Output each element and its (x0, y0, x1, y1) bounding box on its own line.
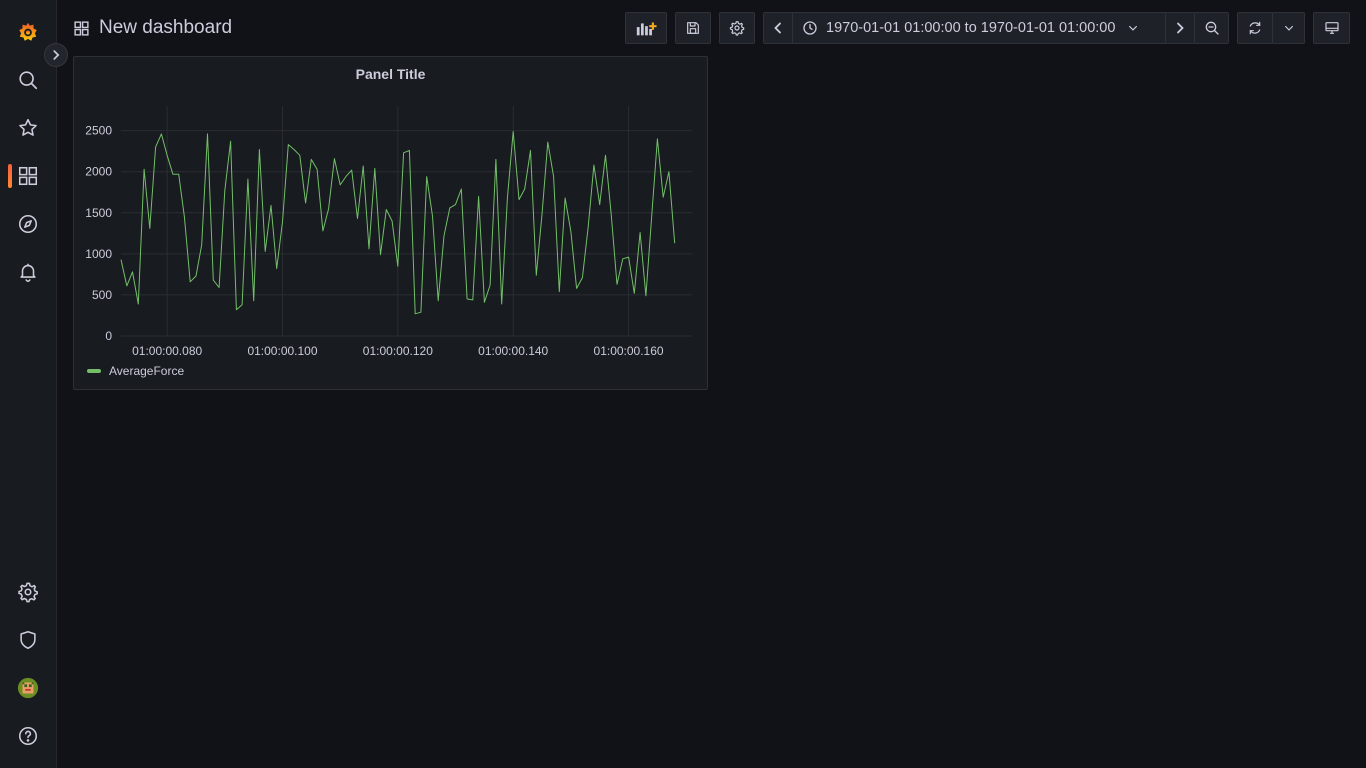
x-tick-label: 01:00:00.100 (247, 344, 317, 357)
avatar (17, 677, 39, 699)
help-button[interactable] (8, 716, 48, 756)
x-tick-label: 01:00:00.120 (363, 344, 433, 357)
time-series-chart[interactable]: 0 500 1000 1500 2000 2500 01:00:00.080 01:00:0… (74, 57, 707, 357)
refresh-interval-dropdown[interactable] (1272, 12, 1305, 44)
zoom-out-button[interactable] (1194, 12, 1229, 44)
dashboards-icon (74, 20, 89, 36)
y-tick-label: 500 (92, 288, 112, 302)
time-forward-icon (1177, 22, 1184, 34)
configuration-button[interactable] (8, 572, 48, 612)
y-tick-label: 2500 (85, 124, 112, 138)
server-admin-button[interactable] (8, 620, 48, 660)
profile-button[interactable] (8, 668, 48, 708)
y-tick-label: 1000 (85, 247, 112, 261)
tv-icon (1324, 22, 1339, 34)
x-tick-label: 01:00:00.140 (478, 344, 548, 357)
y-tick-label: 2000 (85, 165, 112, 179)
time-range-label: 1970-01-01 01:00:00 to 1970-01-01 01:00:… (826, 20, 1116, 36)
time-back-button[interactable] (763, 12, 793, 44)
y-tick-label: 1500 (85, 206, 112, 220)
add-panel-button[interactable] (625, 12, 667, 44)
settings-icon (729, 21, 745, 36)
graph-panel[interactable]: Panel Title 0 500 1000 1500 2000 2500 01:00:0… (73, 56, 708, 390)
grafana-logo-icon (19, 22, 37, 41)
y-tick-label: 0 (105, 329, 112, 343)
starred-button[interactable] (8, 108, 48, 148)
search-button[interactable] (8, 60, 48, 100)
shield-icon (20, 630, 36, 650)
time-forward-button[interactable] (1165, 12, 1195, 44)
dashboard-settings-button[interactable] (719, 12, 755, 44)
chevron-down-icon (1284, 25, 1293, 31)
x-tick-label: 01:00:00.160 (594, 344, 664, 357)
x-tick-label: 01:00:00.080 (132, 344, 202, 357)
time-range-picker[interactable]: 1970-01-01 01:00:00 to 1970-01-01 01:00:… (792, 12, 1166, 44)
legend-swatch (87, 369, 101, 373)
zoom-out-icon (1205, 21, 1219, 35)
dashboard-title[interactable]: New dashboard (73, 14, 232, 42)
search-icon (19, 71, 38, 90)
chevron-down-icon (1129, 25, 1138, 31)
grafana-logo-icon[interactable] (8, 12, 48, 52)
refresh-icon (1249, 21, 1261, 35)
add-panel-icon (636, 22, 657, 36)
page-title: New dashboard (99, 17, 233, 38)
explore-button[interactable] (8, 204, 48, 244)
legend-item[interactable]: AverageForce (87, 364, 184, 378)
time-back-icon (774, 22, 781, 34)
compass-icon (18, 214, 38, 234)
bell-icon (20, 263, 36, 282)
expand-sidebar-button[interactable] (44, 43, 68, 67)
save-dashboard-button[interactable] (675, 12, 711, 44)
gear-icon (18, 582, 38, 603)
clock-icon (803, 21, 817, 35)
refresh-button[interactable] (1237, 12, 1273, 44)
star-icon (19, 118, 37, 136)
chevron-right-icon (53, 50, 60, 60)
legend-label: AverageForce (109, 364, 185, 378)
save-icon (687, 22, 699, 34)
help-icon (18, 726, 38, 746)
alerting-button[interactable] (8, 252, 48, 292)
view-mode-button[interactable] (1313, 12, 1350, 44)
dashboards-icon (18, 166, 38, 186)
dashboards-button[interactable] (8, 156, 48, 196)
sidebar (0, 0, 57, 768)
